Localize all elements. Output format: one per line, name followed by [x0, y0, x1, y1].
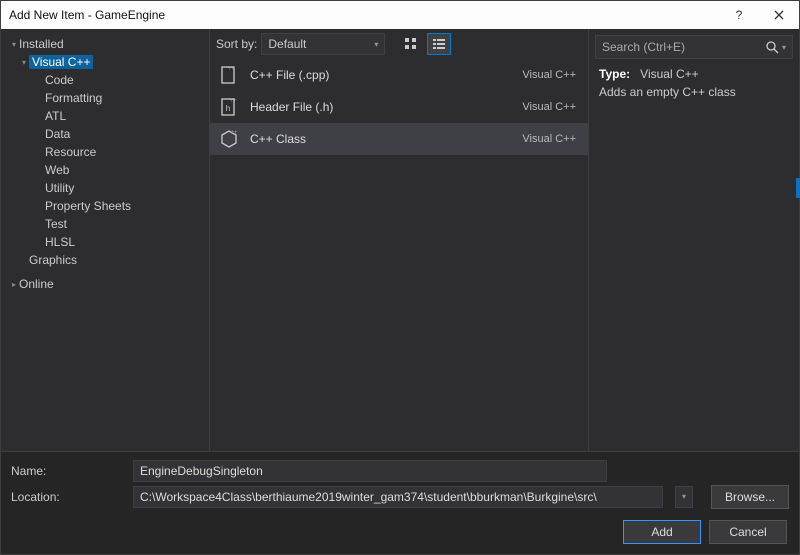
item-list: ++ C++ File (.cpp) Visual C++ h++ Header…	[210, 59, 588, 451]
tree-item[interactable]: Formatting	[5, 89, 205, 107]
window-title: Add New Item - GameEngine	[1, 8, 719, 22]
close-button[interactable]	[759, 1, 799, 29]
tree-item[interactable]: Web	[5, 161, 205, 179]
item-row[interactable]: ++ C++ File (.cpp) Visual C++	[210, 59, 588, 91]
search-input[interactable]: Search (Ctrl+E) ▾	[595, 35, 793, 59]
tree-item[interactable]: Code	[5, 71, 205, 89]
svg-text:h: h	[226, 104, 230, 113]
item-description: Adds an empty C++ class	[599, 85, 789, 99]
tree-item[interactable]: Test	[5, 215, 205, 233]
svg-text:++: ++	[229, 98, 237, 104]
caret-down-icon: ▾	[9, 40, 19, 49]
search-placeholder: Search (Ctrl+E)	[602, 40, 685, 54]
grid-icon	[404, 37, 418, 51]
accent-strip	[796, 178, 800, 198]
name-label: Name:	[11, 464, 129, 478]
view-list-button[interactable]	[427, 33, 451, 55]
tree-item[interactable]: Utility	[5, 179, 205, 197]
close-icon	[774, 10, 784, 20]
tree-item[interactable]: HLSL	[5, 233, 205, 251]
sort-label: Sort by:	[216, 37, 257, 51]
help-button[interactable]: ?	[719, 1, 759, 29]
tree-item[interactable]: Resource	[5, 143, 205, 161]
list-icon	[432, 37, 446, 51]
sort-value: Default	[268, 37, 306, 51]
cancel-button[interactable]: Cancel	[709, 520, 787, 544]
svg-text:++: ++	[227, 66, 235, 72]
category-tree[interactable]: ▾ Installed ▾ Visual C++ Code Formatting…	[1, 29, 209, 451]
tree-graphics[interactable]: Graphics	[5, 251, 205, 269]
tree-online[interactable]: ▸ Online	[5, 275, 205, 293]
add-button[interactable]: Add	[623, 520, 701, 544]
cpp-class-icon: ++	[218, 128, 240, 150]
tree-installed[interactable]: ▾ Installed	[5, 35, 205, 53]
search-icon: ▾	[765, 40, 786, 54]
location-dropdown[interactable]: ▾	[675, 486, 693, 508]
header-file-icon: h++	[218, 96, 240, 118]
tree-item[interactable]: ATL	[5, 107, 205, 125]
type-value: Visual C++	[640, 67, 698, 81]
name-field[interactable]	[133, 460, 607, 482]
caret-down-icon: ▾	[19, 58, 29, 67]
title-bar: Add New Item - GameEngine ?	[1, 1, 799, 29]
type-label: Type:	[599, 67, 630, 81]
svg-text:++: ++	[230, 130, 238, 136]
item-row[interactable]: h++ Header File (.h) Visual C++	[210, 91, 588, 123]
view-grid-button[interactable]	[399, 33, 423, 55]
toolbar: Sort by: Default ▾	[210, 29, 588, 59]
caret-right-icon: ▸	[9, 280, 19, 289]
info-pane: Type: Visual C++ Adds an empty C++ class	[589, 65, 799, 101]
tree-item[interactable]: Property Sheets	[5, 197, 205, 215]
location-field[interactable]	[133, 486, 663, 508]
sort-select[interactable]: Default ▾	[261, 33, 385, 55]
browse-button[interactable]: Browse...	[711, 485, 789, 509]
chevron-down-icon: ▾	[374, 40, 378, 49]
cpp-file-icon: ++	[218, 64, 240, 86]
location-label: Location:	[11, 490, 129, 504]
item-row[interactable]: ++ C++ Class Visual C++	[210, 123, 588, 155]
tree-item[interactable]: Data	[5, 125, 205, 143]
tree-visual-cpp[interactable]: ▾ Visual C++	[5, 53, 205, 71]
